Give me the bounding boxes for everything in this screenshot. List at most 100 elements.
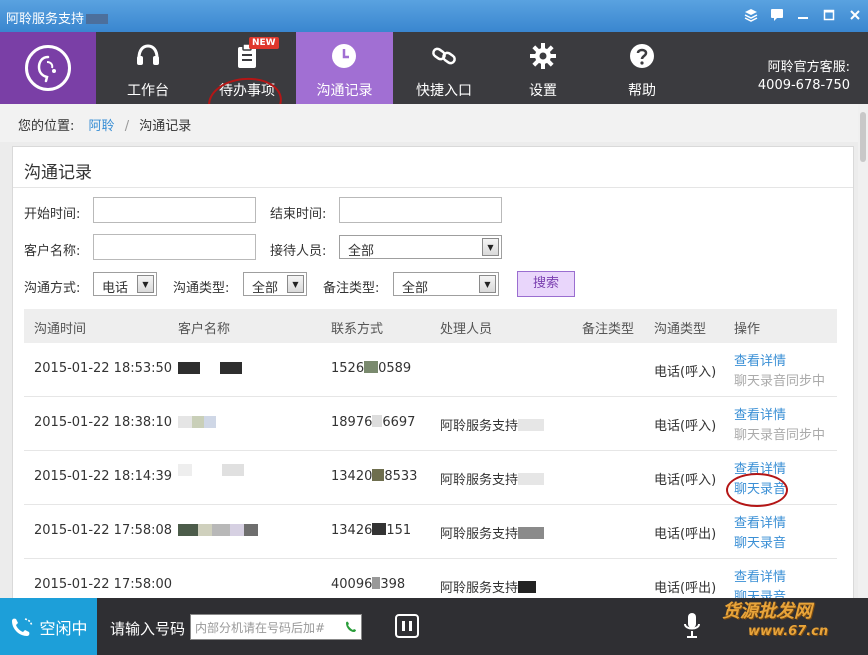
view-details-link[interactable]: 查看详情 <box>734 404 786 423</box>
customer-name-input[interactable] <box>93 234 256 260</box>
nav-help[interactable]: 帮助 <box>592 32 692 104</box>
cell-customer-masked <box>178 362 242 377</box>
cell-agent: 阿聆服务支持 <box>440 523 545 542</box>
type-select-value: 全部 <box>252 281 279 296</box>
cell-time: 2015-01-22 18:53:50 <box>34 361 173 376</box>
cell-customer-masked <box>178 416 216 431</box>
cell-time: 2015-01-22 18:14:39 <box>34 469 173 484</box>
minimize-icon[interactable] <box>794 6 812 24</box>
cell-type: 电话(呼入) <box>654 419 717 434</box>
hotline: 阿聆官方客服: 4009-678-750 <box>758 59 850 95</box>
table-row: 2015-01-22 18:53:50 1526 0589 电话(呼入) 查看详情… <box>24 343 837 397</box>
col-customer: 客户名称 <box>178 322 231 337</box>
cell-time: 2015-01-22 17:58:08 <box>34 523 173 538</box>
dial-phone-icon[interactable] <box>344 620 358 634</box>
cell-agent: 阿聆服务支持 <box>440 577 537 596</box>
link-icon <box>432 47 456 65</box>
cell-contact: 18976 6697 <box>331 415 416 430</box>
agent-status[interactable]: 空闲中 <box>0 598 97 655</box>
breadcrumb-separator: / <box>124 119 130 134</box>
close-icon[interactable] <box>846 6 864 24</box>
table-row: 2015-01-22 17:58:08 13426 151 阿聆服务支持 电话(呼… <box>24 505 837 559</box>
nav-records[interactable]: 沟通记录 <box>296 32 393 104</box>
dial-number-input[interactable]: 内部分机请在号码后加# <box>190 614 362 640</box>
channel-select[interactable]: 电话 ▼ <box>93 272 157 296</box>
annotation-circle-recording <box>726 473 788 507</box>
cell-time: 2015-01-22 18:38:10 <box>34 415 173 430</box>
clock-icon <box>332 44 356 68</box>
cell-time: 2015-01-22 17:58:00 <box>34 577 173 592</box>
agent-label: 接待人员: <box>270 244 327 259</box>
skin-icon[interactable] <box>742 6 760 24</box>
watermark: 货源批发网 www.67.cn <box>722 602 828 642</box>
col-time: 沟通时间 <box>34 322 87 337</box>
watermark-line2: www.67.cn <box>748 624 829 639</box>
col-actions: 操作 <box>734 322 761 337</box>
phone-icon <box>12 617 34 636</box>
note-type-label: 备注类型: <box>323 281 380 296</box>
cell-contact: 13426 151 <box>331 523 412 538</box>
col-agent: 处理人员 <box>440 322 493 337</box>
scrollbar-thumb[interactable] <box>860 112 866 162</box>
nav-label: 快捷入口 <box>416 83 472 99</box>
cell-customer-masked <box>178 464 244 479</box>
channel-select-value: 电话 <box>102 281 129 296</box>
watermark-line1: 货源批发网 <box>722 601 812 622</box>
cell-contact: 13420 8533 <box>331 469 418 484</box>
nav-shortcuts[interactable]: 快捷入口 <box>394 32 494 104</box>
cell-contact: 1526 0589 <box>331 361 412 376</box>
agent-status-label: 空闲中 <box>39 618 88 638</box>
headset-icon <box>137 44 159 65</box>
hotline-number: 4009-678-750 <box>757 78 850 93</box>
breadcrumb-home-link[interactable]: 阿聆 <box>89 119 115 134</box>
col-note-type: 备注类型 <box>582 322 635 337</box>
start-time-input[interactable] <box>93 197 256 223</box>
view-details-link[interactable]: 查看详情 <box>734 512 786 531</box>
table-row: 2015-01-22 18:14:39 13420 8533 阿聆服务支持 电话(… <box>24 451 837 505</box>
vertical-scrollbar[interactable] <box>858 104 868 598</box>
main-nav: 工作台 NEW 待办事项 沟通记录 快捷入口 设置 帮助 阿聆官方客服: 400… <box>0 32 868 104</box>
table-row: 2015-01-22 18:38:10 18976 6697 阿聆服务支持 电话(… <box>24 397 837 451</box>
cell-customer-masked <box>178 524 258 539</box>
type-label: 沟通类型: <box>173 281 230 296</box>
dial-placeholder: 内部分机请在号码后加# <box>195 621 326 635</box>
microphone-icon[interactable] <box>683 612 701 640</box>
note-type-select-value: 全部 <box>402 281 429 296</box>
dial-label: 请输入号码 <box>110 620 186 638</box>
agent-select[interactable]: 全部 ▼ <box>339 235 502 259</box>
customer-name-label: 客户名称: <box>24 244 81 259</box>
maximize-icon[interactable] <box>820 6 838 24</box>
search-button[interactable]: 搜索 <box>517 271 575 297</box>
records-panel: 沟通记录 开始时间: 结束时间: 客户名称: 接待人员: 全部 ▼ 沟通方式: … <box>12 146 854 613</box>
nav-workbench[interactable]: 工作台 <box>98 32 198 104</box>
new-badge: NEW <box>249 37 279 49</box>
cell-type: 电话(呼入) <box>654 473 717 488</box>
dropdown-arrow-icon: ▼ <box>479 275 496 293</box>
message-icon[interactable] <box>768 6 786 24</box>
cell-agent: 阿聆服务支持 <box>440 469 545 488</box>
end-time-label: 结束时间: <box>270 207 327 222</box>
dropdown-arrow-icon: ▼ <box>137 275 154 293</box>
nav-settings[interactable]: 设置 <box>493 32 593 104</box>
end-time-input[interactable] <box>339 197 502 223</box>
view-details-link[interactable]: 查看详情 <box>734 566 786 585</box>
chat-recording-link[interactable]: 聊天录音 <box>734 532 786 551</box>
recording-status: 聊天录音同步中 <box>734 374 826 389</box>
view-details-link[interactable]: 查看详情 <box>734 350 786 369</box>
pause-button[interactable] <box>395 614 419 638</box>
nav-label: 设置 <box>529 83 557 99</box>
hotline-label: 阿聆官方客服: <box>767 60 850 75</box>
dropdown-arrow-icon: ▼ <box>482 238 499 256</box>
breadcrumb-label: 您的位置: <box>18 119 75 134</box>
cell-agent: 阿聆服务支持 <box>440 415 545 434</box>
note-type-select[interactable]: 全部 ▼ <box>393 272 499 296</box>
dropdown-arrow-icon: ▼ <box>287 275 304 293</box>
gear-icon <box>530 43 556 69</box>
nav-label: 帮助 <box>628 83 656 99</box>
panel-title: 沟通记录 <box>24 163 92 183</box>
type-select[interactable]: 全部 ▼ <box>243 272 307 296</box>
col-contact: 联系方式 <box>331 322 384 337</box>
help-icon <box>630 44 654 68</box>
cell-type: 电话(呼出) <box>654 527 717 542</box>
nav-label: 工作台 <box>127 83 169 99</box>
